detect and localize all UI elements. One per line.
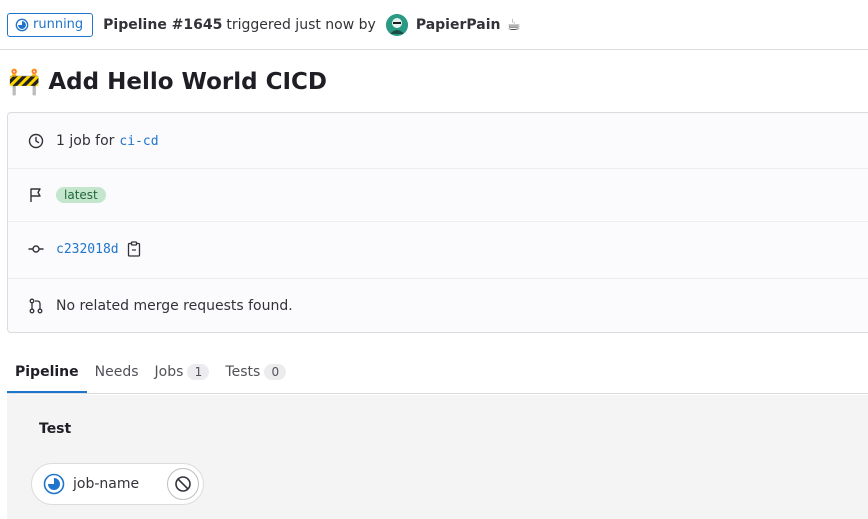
tab-needs[interactable]: Needs bbox=[87, 350, 147, 393]
avatar[interactable] bbox=[385, 13, 408, 36]
tests-count-badge: 0 bbox=[264, 363, 287, 380]
triggered-text: triggered just now by bbox=[226, 16, 376, 33]
pipeline-header: running Pipeline #1645 triggered just no… bbox=[0, 0, 868, 50]
tab-tests[interactable]: Tests 0 bbox=[217, 350, 294, 393]
stage-title: Test bbox=[39, 421, 72, 437]
tab-label: Pipeline bbox=[15, 363, 79, 380]
commit-sha-link[interactable]: c232018d bbox=[56, 242, 119, 257]
pipeline-info-panel: 1 job for ci-cd latest c232018d No relat… bbox=[7, 112, 868, 333]
flag-icon bbox=[28, 187, 44, 203]
status-text: running bbox=[33, 17, 84, 32]
divider bbox=[8, 168, 868, 169]
clipboard-icon bbox=[127, 241, 140, 257]
pipeline-graph: Test job-name bbox=[7, 395, 868, 519]
job-item[interactable]: job-name bbox=[31, 463, 204, 505]
avatar-image-icon bbox=[385, 13, 408, 36]
jobs-count-badge: 1 bbox=[187, 363, 210, 380]
title-emoji: 🚧 bbox=[8, 67, 41, 97]
page-title: Add Hello World CICD bbox=[48, 69, 327, 95]
pipeline-label: Pipeline #1645 bbox=[103, 16, 223, 33]
latest-badge: latest bbox=[56, 187, 106, 203]
divider bbox=[8, 221, 868, 222]
author-name[interactable]: PapierPain bbox=[416, 17, 501, 33]
cancel-job-button[interactable] bbox=[167, 468, 199, 500]
tags-row: latest bbox=[8, 183, 868, 207]
job-name: job-name bbox=[73, 476, 140, 492]
commit-row: c232018d bbox=[8, 237, 868, 261]
author-status-emoji: ☕ bbox=[506, 15, 521, 34]
cancel-icon bbox=[175, 476, 191, 492]
tab-pipeline[interactable]: Pipeline bbox=[7, 350, 87, 393]
pipeline-title-row: 🚧 Add Hello World CICD bbox=[8, 64, 327, 100]
divider bbox=[8, 278, 868, 279]
tab-label: Tests bbox=[225, 363, 261, 380]
tab-jobs[interactable]: Jobs 1 bbox=[147, 350, 218, 393]
clock-icon bbox=[28, 133, 44, 149]
merge-requests-row: No related merge requests found. bbox=[8, 294, 868, 318]
merge-request-icon bbox=[28, 298, 44, 314]
tab-label: Jobs bbox=[154, 363, 184, 380]
jobs-row: 1 job for ci-cd bbox=[8, 129, 868, 153]
jobs-count-text: 1 job for bbox=[56, 133, 115, 149]
commit-icon bbox=[28, 241, 44, 257]
merge-requests-text: No related merge requests found. bbox=[56, 298, 293, 314]
pipeline-tabs: Pipeline Needs Jobs 1 Tests 0 bbox=[7, 350, 868, 394]
branch-link[interactable]: ci-cd bbox=[119, 134, 158, 149]
copy-commit-button[interactable] bbox=[127, 241, 141, 257]
running-icon bbox=[15, 18, 29, 31]
running-icon bbox=[43, 473, 65, 495]
tab-label: Needs bbox=[94, 363, 139, 380]
status-badge[interactable]: running bbox=[7, 12, 94, 37]
